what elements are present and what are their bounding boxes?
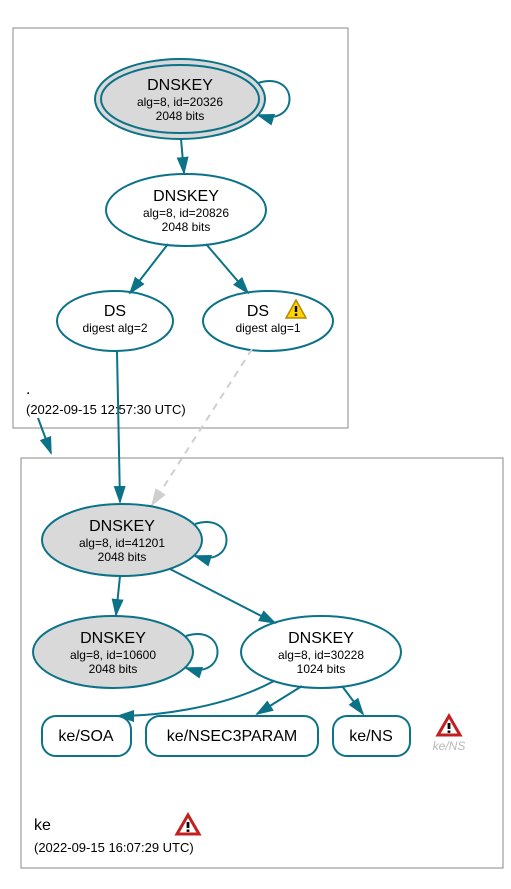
svg-text:ke/SOA: ke/SOA [58, 728, 113, 745]
svg-text:2048 bits: 2048 bits [89, 662, 138, 676]
svg-text:alg=8, id=41201: alg=8, id=41201 [79, 536, 165, 550]
edge-30228-to-nsec3 [257, 686, 302, 714]
svg-text:ke/NS: ke/NS [433, 739, 466, 753]
svg-text:alg=8, id=10600: alg=8, id=10600 [70, 648, 156, 662]
error-icon [177, 815, 199, 834]
rrset-ke-ns: ke/NS [333, 716, 410, 756]
svg-text:DS: DS [247, 303, 269, 320]
zone-child-label: ke [34, 817, 51, 834]
edge-zsk-root-to-ds2 [130, 244, 168, 293]
edge-ksk-to-zsk-root [181, 139, 184, 173]
svg-text:digest alg=2: digest alg=2 [82, 321, 147, 335]
edge-zsk-root-to-ds1 [206, 244, 248, 293]
svg-text:1024 bits: 1024 bits [297, 662, 346, 676]
rrset-ke-ns-error: ke/NS [433, 716, 466, 753]
svg-text:DS: DS [104, 303, 126, 320]
dnskey-ke-10600: DNSKEY alg=8, id=10600 2048 bits [33, 616, 193, 688]
dnskey-root-ksk: DNSKEY alg=8, id=20326 2048 bits [95, 59, 265, 139]
edge-ds2-to-ksk-ke [117, 351, 120, 502]
zone-root-timestamp: (2022-09-15 12:57:30 UTC) [26, 402, 186, 417]
svg-text:alg=8, id=20826: alg=8, id=20826 [143, 206, 229, 220]
dnskey-ke-30228: DNSKEY alg=8, id=30228 1024 bits [241, 616, 401, 688]
zone-child-timestamp: (2022-09-15 16:07:29 UTC) [34, 840, 194, 855]
svg-text:alg=8, id=20326: alg=8, id=20326 [137, 95, 223, 109]
zone-root-label: . [26, 381, 30, 398]
dnskey-root-zsk: DNSKEY alg=8, id=20826 2048 bits [106, 174, 266, 246]
svg-text:DNSKEY: DNSKEY [89, 518, 155, 535]
svg-text:2048 bits: 2048 bits [156, 109, 205, 123]
edge-ksk-ke-to-30228 [170, 569, 275, 623]
error-icon [438, 716, 460, 735]
edge-ksk-ke-to-10600 [116, 576, 120, 615]
svg-text:2048 bits: 2048 bits [98, 550, 147, 564]
svg-text:DNSKEY: DNSKEY [153, 188, 219, 205]
svg-text:DNSKEY: DNSKEY [288, 630, 354, 647]
edge-zone-delegation [38, 418, 51, 453]
svg-text:ke/NSEC3PARAM: ke/NSEC3PARAM [167, 728, 297, 745]
edge-30228-to-ns [342, 686, 363, 714]
rrset-ke-nsec3param: ke/NSEC3PARAM [146, 716, 318, 756]
svg-text:ke/NS: ke/NS [349, 728, 393, 745]
edge-ds1-to-ksk-ke [152, 349, 252, 505]
svg-text:alg=8, id=30228: alg=8, id=30228 [278, 648, 364, 662]
ds-alg2: DS digest alg=2 [57, 291, 173, 351]
svg-text:DNSKEY: DNSKEY [80, 630, 146, 647]
svg-text:DNSKEY: DNSKEY [147, 77, 213, 94]
svg-text:digest alg=1: digest alg=1 [235, 321, 300, 335]
ds-alg1: DS digest alg=1 [203, 291, 333, 351]
rrset-ke-soa: ke/SOA [42, 716, 131, 756]
svg-text:2048 bits: 2048 bits [162, 220, 211, 234]
dnskey-ke-ksk: DNSKEY alg=8, id=41201 2048 bits [42, 504, 202, 576]
